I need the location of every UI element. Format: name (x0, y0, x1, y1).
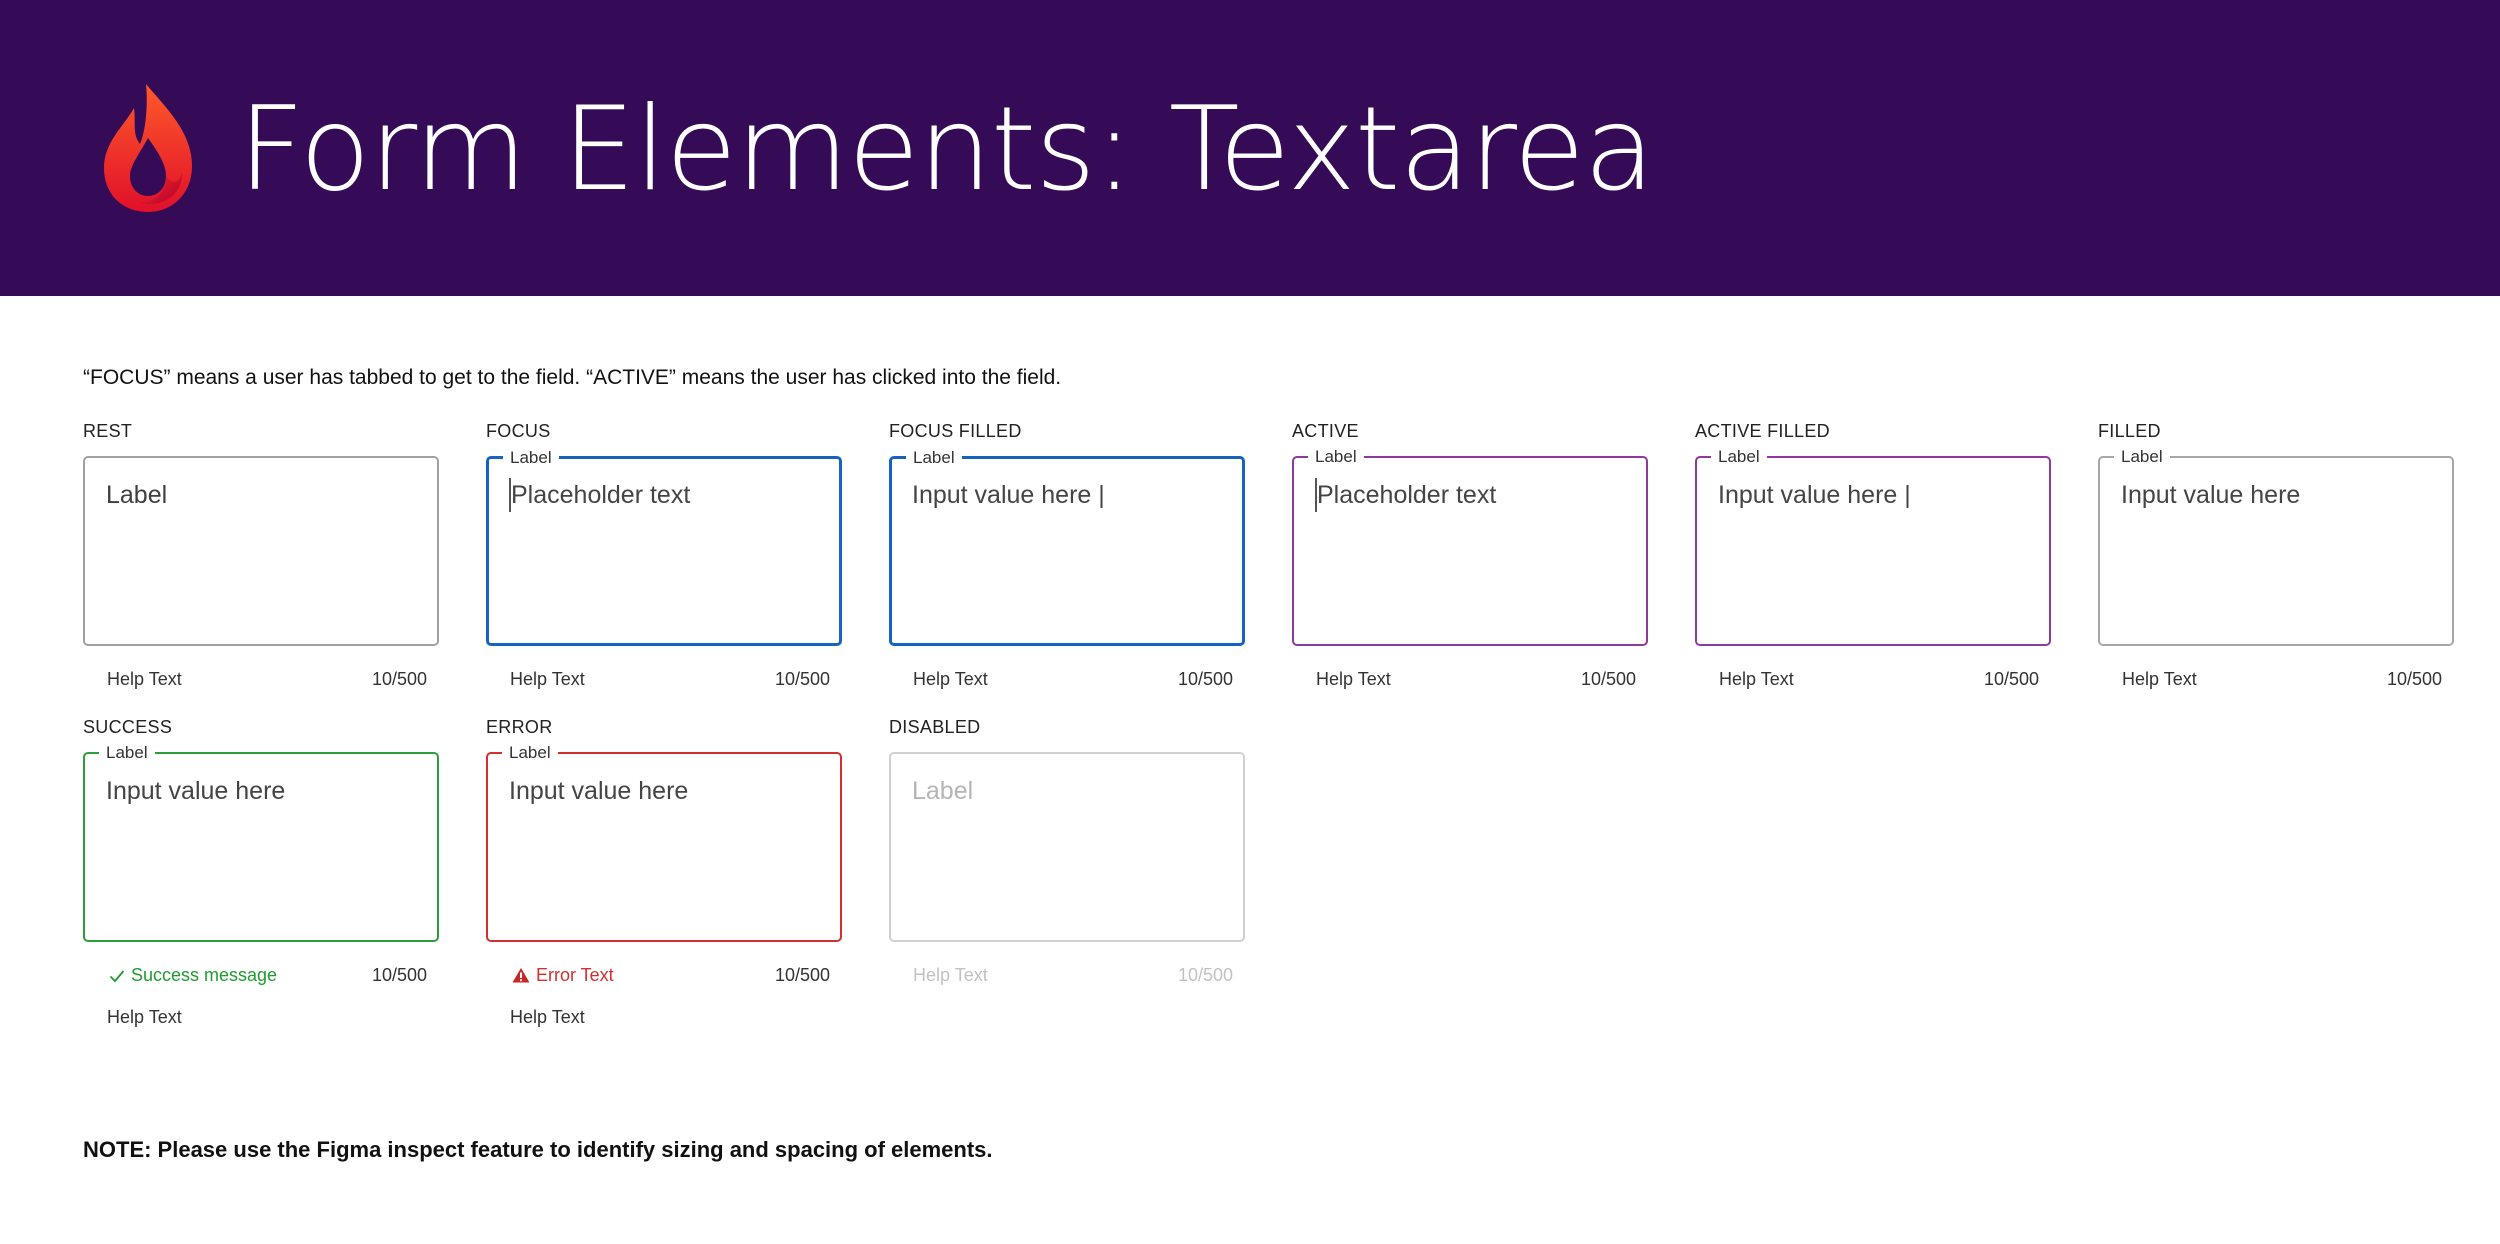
page-header: Form Elements: Textarea (0, 0, 2500, 296)
placeholder-text: Placeholder text (1315, 478, 1496, 512)
character-counter: 10/500 (1983, 669, 2039, 689)
state-label: FOCUS (486, 421, 551, 441)
textarea-label: Label (106, 481, 168, 509)
input-value: Input value here | (912, 481, 1105, 509)
character-counter: 10/500 (774, 669, 830, 689)
textarea-field[interactable]: Label (83, 456, 439, 646)
textarea-field[interactable]: Label Placeholder text (486, 448, 842, 646)
help-text: Help Text (510, 669, 585, 689)
page-title: Form Elements: Textarea (238, 82, 1655, 217)
note-text: NOTE: Please use the Figma inspect featu… (83, 1137, 993, 1162)
textarea-field[interactable]: Label Input value here | (889, 448, 1245, 646)
state-label: ERROR (486, 717, 553, 737)
success-message-text: Success message (131, 965, 278, 985)
error-message: Error Text (512, 964, 614, 986)
state-label: SUCCESS (83, 717, 173, 737)
floating-label: Label (1308, 447, 1364, 467)
textarea-field[interactable]: Label Placeholder text (1292, 447, 1648, 646)
textarea-field[interactable]: Label Input value here (83, 743, 439, 942)
input-value: Input value here | (1718, 481, 1911, 509)
character-counter: 10/500 (1177, 965, 1233, 985)
character-counter: 10/500 (371, 965, 427, 985)
warning-icon (512, 968, 530, 983)
success-message: Success message (109, 964, 277, 986)
input-value: Input value here (2121, 481, 2301, 509)
error-message-text: Error Text (536, 965, 614, 985)
help-text: Help Text (107, 1007, 182, 1027)
state-label: FILLED (2098, 421, 2161, 441)
floating-label: Label (2114, 447, 2170, 467)
floating-label: Label (906, 448, 962, 468)
floating-label: Label (502, 743, 558, 763)
textarea-field[interactable]: Label Input value here (486, 743, 842, 942)
character-counter: 10/500 (774, 965, 830, 985)
textarea-field[interactable]: Label Input value here | (1695, 447, 2051, 646)
intro-text: “FOCUS” means a user has tabbed to get t… (83, 366, 1062, 389)
help-text: Help Text (107, 669, 182, 689)
help-text: Help Text (913, 669, 988, 689)
input-value: Input value here (509, 777, 689, 805)
flame-icon (104, 84, 192, 212)
textarea-label: Label (912, 777, 974, 805)
floating-label: Label (99, 743, 155, 763)
state-label: REST (83, 421, 133, 441)
input-value: Input value here (106, 777, 286, 805)
check-icon (109, 970, 125, 983)
state-label: FOCUS FILLED (889, 421, 1022, 441)
textarea-field: Label (889, 752, 1245, 942)
textarea-field[interactable]: Label Input value here (2098, 447, 2454, 646)
help-text: Help Text (1719, 669, 1794, 689)
state-label: ACTIVE (1292, 421, 1359, 441)
character-counter: 10/500 (1177, 669, 1233, 689)
floating-label: Label (503, 448, 559, 468)
help-text: Help Text (2122, 669, 2197, 689)
state-label: ACTIVE FILLED (1695, 421, 1830, 441)
character-counter: 10/500 (1580, 669, 1636, 689)
character-counter: 10/500 (2386, 669, 2442, 689)
state-label: DISABLED (889, 717, 981, 737)
floating-label: Label (1711, 447, 1767, 467)
help-text: Help Text (510, 1007, 585, 1027)
placeholder-text: Placeholder text (509, 478, 690, 512)
help-text: Help Text (913, 965, 988, 985)
help-text: Help Text (1316, 669, 1391, 689)
character-counter: 10/500 (371, 669, 427, 689)
